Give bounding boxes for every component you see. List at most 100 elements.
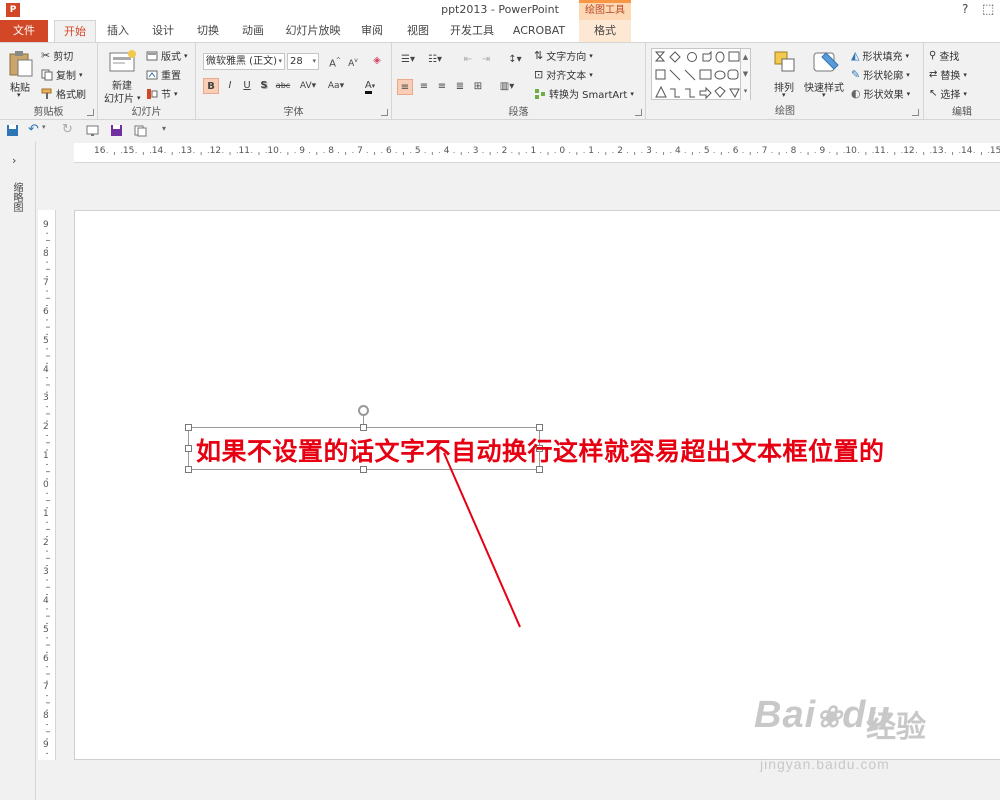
font-color-icon[interactable]: A▾ (358, 78, 382, 94)
align-center-icon[interactable]: ≡ (416, 79, 432, 95)
start-slideshow-icon[interactable] (86, 124, 99, 137)
font-name-dropdown-icon[interactable]: ▾ (278, 54, 282, 69)
shapes-more-icon[interactable]: ▾ (740, 83, 750, 100)
arrange-dropdown-icon[interactable]: ▾ (782, 91, 786, 99)
font-size-dropdown-icon[interactable]: ▾ (312, 54, 316, 69)
font-size-value: 28 (290, 56, 303, 67)
decrease-font-size-icon[interactable]: Av (345, 53, 361, 69)
tab-acrobat[interactable]: ACROBAT (508, 20, 570, 42)
numbering-icon[interactable]: ☷▾ (424, 52, 446, 68)
ruler-number: 0 (43, 480, 49, 491)
paragraph-launcher-icon[interactable] (635, 109, 642, 116)
tab-developer[interactable]: 开发工具 (446, 20, 498, 42)
ruler-number: 3 (472, 146, 479, 156)
shape-effects-button[interactable]: ◐ 形状效果 ▾ (851, 86, 910, 101)
shape-outline-button[interactable]: ✎ 形状轮廓 ▾ (851, 67, 910, 82)
resize-handle-bottom-left[interactable] (185, 466, 192, 473)
replace-label: 替换 (940, 71, 961, 82)
resize-handle-left[interactable] (185, 445, 192, 452)
convert-smartart-button[interactable]: 转换为 SmartArt ▾ (534, 86, 634, 101)
redo-icon[interactable]: ↻ (62, 122, 75, 137)
replace-button[interactable]: ⇄ 替换 ▾ (929, 67, 967, 82)
columns-icon[interactable]: ▥▾ (496, 79, 518, 95)
reset-button[interactable]: 重置 (146, 67, 181, 82)
tab-animations[interactable]: 动画 (234, 20, 272, 42)
paste-button[interactable]: 粘贴 ▾ (4, 47, 36, 101)
text-direction-button[interactable]: ⇅ 文字方向 ▾ (534, 48, 593, 63)
ribbon-display-options-icon[interactable]: ⬚ (982, 2, 994, 17)
quick-styles-dropdown-icon[interactable]: ▾ (822, 91, 826, 99)
editing-group: ⚲ 查找 ⇄ 替换 ▾ ↖ 选择 ▾ 编辑 (924, 43, 1000, 119)
slide-textbox-content[interactable]: 如果不设置的话文字不自动换行这样就容易超出文本框位置的 (196, 432, 885, 468)
save-as-icon[interactable] (110, 124, 123, 137)
bullets-icon[interactable]: ☰▾ (397, 52, 419, 68)
tab-insert[interactable]: 插入 (100, 20, 136, 42)
slide-canvas[interactable] (74, 210, 1000, 760)
tab-format[interactable]: 格式 (579, 20, 631, 42)
quick-styles-button[interactable]: 快速样式 ▾ (804, 47, 848, 103)
tab-home[interactable]: 开始 (54, 20, 96, 43)
shapes-scroll-down-icon[interactable]: ▼ (740, 66, 750, 83)
layout-button[interactable]: 版式 ▾ (146, 48, 188, 63)
ruler-number: 4 (43, 364, 49, 375)
font-size-combo[interactable]: 28 ▾ (287, 53, 319, 70)
expand-pane-icon[interactable]: › (12, 154, 16, 167)
strikethrough-icon[interactable]: abc (275, 78, 291, 94)
help-button[interactable]: ? (962, 2, 968, 16)
find-button[interactable]: ⚲ 查找 (929, 48, 959, 63)
align-right-icon[interactable]: ≡ (434, 79, 450, 95)
text-shadow-icon[interactable]: S (256, 78, 272, 94)
save-icon[interactable] (6, 124, 19, 137)
line-spacing-icon[interactable]: ↕▾ (504, 52, 526, 68)
shapes-scroll-up-icon[interactable]: ▲ (740, 49, 750, 66)
tab-design[interactable]: 设计 (144, 20, 182, 42)
resize-handle-top-right[interactable] (536, 424, 543, 431)
cut-button[interactable]: ✂ 剪切 (41, 48, 73, 63)
character-spacing-icon[interactable]: AV▾ (296, 78, 320, 94)
tab-transitions[interactable]: 切换 (190, 20, 226, 42)
underline-icon[interactable]: U (239, 78, 255, 94)
watermark-cn: 经验 (866, 710, 926, 745)
align-left-icon[interactable]: ≡ (397, 79, 413, 95)
increase-indent-icon[interactable]: ⇥ (478, 52, 494, 68)
clipboard-launcher-icon[interactable] (87, 109, 94, 116)
tab-slideshow[interactable]: 幻灯片放映 (282, 20, 344, 42)
change-case-icon[interactable]: Aa▾ (324, 78, 348, 94)
paste-dropdown-icon[interactable]: ▾ (17, 91, 21, 99)
resize-handle-top-left[interactable] (185, 424, 192, 431)
drawing-launcher-icon[interactable] (912, 109, 919, 116)
undo-icon[interactable]: ↶ (28, 122, 41, 137)
bold-icon[interactable]: B (203, 78, 219, 94)
distributed-icon[interactable]: ⊞ (470, 79, 486, 95)
thumbnails-label[interactable]: 缩略图 (9, 182, 24, 212)
slides-group: 新建 幻灯片 ▾ 版式 ▾ 重置 节 ▾ 幻灯片 (98, 43, 196, 119)
touch-mode-icon[interactable] (134, 124, 147, 137)
customize-qat-icon[interactable]: ▾ (162, 124, 175, 137)
rotation-handle[interactable] (358, 405, 369, 416)
arrange-button[interactable]: 排列 ▾ (768, 47, 802, 103)
new-slide-button[interactable]: 新建 幻灯片 ▾ (102, 47, 142, 105)
select-button[interactable]: ↖ 选择 ▾ (929, 86, 967, 101)
italic-icon[interactable]: I (222, 78, 238, 94)
format-painter-button[interactable]: 格式刷 (41, 86, 86, 101)
clear-formatting-icon[interactable]: ◈ (369, 53, 385, 69)
tab-review[interactable]: 审阅 (354, 20, 390, 42)
font-launcher-icon[interactable] (381, 109, 388, 116)
copy-button[interactable]: 复制 ▾ (41, 67, 83, 82)
decrease-indent-icon[interactable]: ⇤ (460, 52, 476, 68)
justify-icon[interactable]: ≣ (452, 79, 468, 95)
shape-outline-label: 形状轮廓 (863, 71, 904, 82)
shape-effects-icon: ◐ (851, 87, 861, 100)
ruler-number: 7 (761, 146, 768, 156)
copy-dropdown-icon[interactable]: ▾ (79, 71, 83, 79)
align-text-button[interactable]: ⊡ 对齐文本 ▾ (534, 67, 593, 82)
undo-dropdown-icon[interactable]: ▾ (42, 123, 55, 136)
tab-file[interactable]: 文件 (0, 20, 48, 42)
font-name-combo[interactable]: 微软雅黑 (正文) ▾ (203, 53, 285, 70)
resize-handle-top[interactable] (360, 424, 367, 431)
section-button[interactable]: 节 ▾ (146, 86, 178, 101)
tab-view[interactable]: 视图 (400, 20, 436, 42)
shapes-gallery[interactable]: ▲ ▼ ▾ (651, 48, 751, 100)
shape-fill-button[interactable]: ◭ 形状填充 ▾ (851, 48, 909, 63)
increase-font-size-icon[interactable]: A^ (327, 53, 343, 69)
